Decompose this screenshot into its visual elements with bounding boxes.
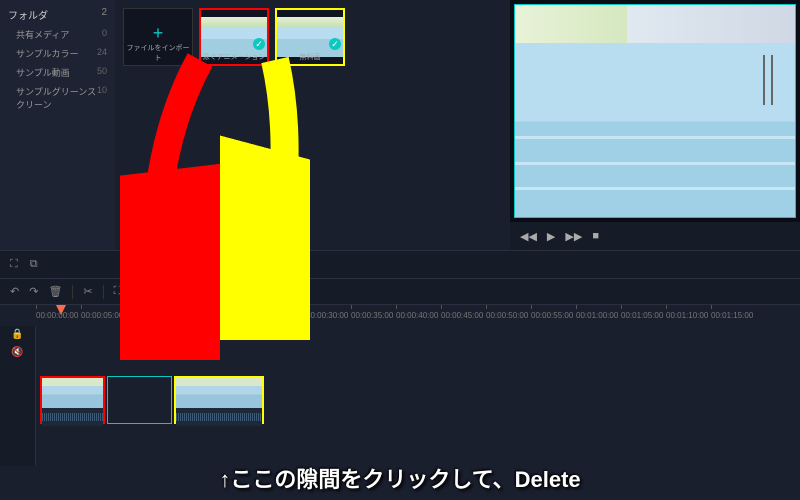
mute-icon[interactable]: 🔇: [0, 344, 35, 362]
crop-button[interactable]: ⛶: [114, 285, 122, 298]
sidebar-item-shared[interactable]: 共有メディア 0: [2, 25, 113, 44]
check-icon: ✓: [253, 38, 265, 50]
sidebar-item-label: サンプルグリーンスクリーン: [16, 85, 97, 111]
media-thumb-2[interactable]: ✓ 無料画: [275, 8, 345, 66]
folder-header[interactable]: フォルダ 2: [2, 4, 113, 25]
timeline: 00:00:00:00 00:00:05:00 00:00:10:00 00:0…: [0, 304, 800, 466]
delete-button[interactable]: 🗑: [48, 285, 62, 298]
sidebar-item-greenscreen[interactable]: サンプルグリーンスクリーン 10: [2, 82, 113, 114]
undo-button[interactable]: ↶: [10, 285, 19, 298]
preview-video[interactable]: [514, 4, 796, 218]
timeline-gap[interactable]: [107, 376, 172, 424]
redo-button[interactable]: ↷: [29, 285, 38, 298]
timeline-toolbar: ↶ ↷ 🗑 ✂ ⛶ 🔗 00:00:00:00: [0, 278, 800, 304]
preview-panel: ◀◀ ▶ ▶▶ ■: [510, 0, 800, 250]
thumb-label: 無料画: [277, 52, 343, 62]
sidebar-item-label: サンプルカラー: [16, 47, 78, 60]
timeline-ruler[interactable]: 00:00:00:00 00:00:05:00 00:00:10:00 00:0…: [0, 304, 800, 326]
folder-count: 2: [101, 7, 107, 22]
cut-button[interactable]: ✂: [83, 285, 92, 298]
plus-icon: +: [153, 23, 164, 44]
time-display: 00:00:00:00: [155, 286, 208, 297]
media-thumb-1[interactable]: ✓ 泳ぐアニメーション: [199, 8, 269, 66]
next-button[interactable]: ▶▶: [565, 230, 582, 243]
thumb-preview: [277, 17, 343, 57]
pool-ladder-graphic: [761, 55, 775, 105]
sidebar-item-label: サンプル動画: [16, 66, 70, 79]
stop-button[interactable]: ■: [592, 230, 599, 242]
link-button[interactable]: 🔗: [131, 285, 145, 298]
track-area[interactable]: 🔒 🔇: [0, 326, 800, 466]
panel-toolbar: ⛶ ⧉: [0, 250, 800, 278]
play-button[interactable]: ▶: [547, 230, 555, 243]
sidebar-item-videos[interactable]: サンプル動画 50: [2, 63, 113, 82]
media-panel: + ファイルをインポート ✓ 泳ぐアニメーション ✓ 無料画: [115, 0, 510, 250]
annotation-caption: ↑ここの隙間をクリックして、Delete: [0, 462, 800, 494]
copy-icon[interactable]: ⧉: [30, 258, 38, 271]
sidebar-item-label: 共有メディア: [16, 28, 69, 41]
folder-label: フォルダ: [8, 7, 48, 22]
import-media-button[interactable]: + ファイルをインポート: [123, 8, 193, 66]
import-label: ファイルをインポート: [124, 43, 192, 63]
check-icon: ✓: [329, 38, 341, 50]
timeline-clip-2[interactable]: [174, 376, 264, 424]
expand-icon[interactable]: ⛶: [10, 258, 18, 271]
player-controls: ◀◀ ▶ ▶▶ ■: [510, 222, 800, 250]
sidebar-item-colors[interactable]: サンプルカラー 24: [2, 44, 113, 63]
track-controls: 🔒 🔇: [0, 326, 36, 466]
thumb-preview: [201, 17, 267, 57]
media-sidebar: フォルダ 2 共有メディア 0 サンプルカラー 24 サンプル動画 50 サンプ…: [0, 0, 115, 250]
timeline-clip-1[interactable]: [40, 376, 105, 424]
lock-icon[interactable]: 🔒: [0, 326, 35, 344]
prev-button[interactable]: ◀◀: [520, 230, 537, 243]
thumb-label: 泳ぐアニメーション: [201, 52, 267, 62]
